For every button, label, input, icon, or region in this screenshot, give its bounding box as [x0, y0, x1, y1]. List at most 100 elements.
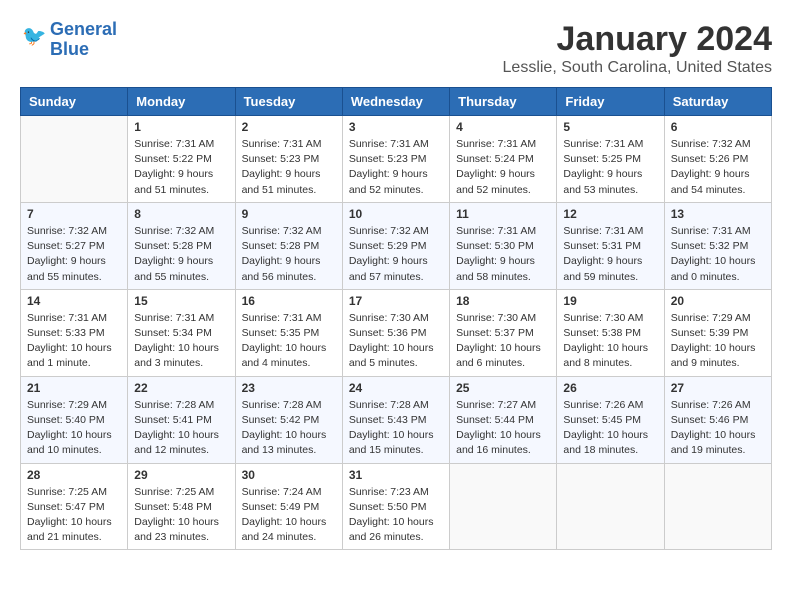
day-info: Sunrise: 7:30 AMSunset: 5:38 PMDaylight:…	[563, 311, 657, 372]
calendar-cell: 17Sunrise: 7:30 AMSunset: 5:36 PMDayligh…	[342, 289, 449, 376]
day-info: Sunrise: 7:31 AMSunset: 5:30 PMDaylight:…	[456, 224, 550, 285]
day-header-saturday: Saturday	[664, 88, 771, 116]
day-number: 18	[456, 294, 550, 308]
day-number: 2	[242, 120, 336, 134]
day-info: Sunrise: 7:31 AMSunset: 5:23 PMDaylight:…	[242, 137, 336, 198]
day-header-wednesday: Wednesday	[342, 88, 449, 116]
day-number: 27	[671, 381, 765, 395]
calendar-cell	[664, 463, 771, 550]
calendar-table: SundayMondayTuesdayWednesdayThursdayFrid…	[20, 87, 772, 550]
day-number: 4	[456, 120, 550, 134]
day-info: Sunrise: 7:31 AMSunset: 5:23 PMDaylight:…	[349, 137, 443, 198]
calendar-cell: 5Sunrise: 7:31 AMSunset: 5:25 PMDaylight…	[557, 116, 664, 203]
calendar-cell: 4 Sunrise: 7:31 AMSunset: 5:24 PMDaylight…	[450, 116, 557, 203]
calendar-cell: 6 Sunrise: 7:32 AMSunset: 5:26 PMDaylight…	[664, 116, 771, 203]
day-number: 3	[349, 120, 443, 134]
page-header: 🐦 General Blue January 2024 Lesslie, Sou…	[20, 20, 772, 77]
calendar-cell: 7 Sunrise: 7:32 AMSunset: 5:27 PMDaylight…	[21, 202, 128, 289]
day-info: Sunrise: 7:31 AMSunset: 5:33 PMDaylight:…	[27, 311, 121, 372]
day-info: Sunrise: 7:26 AMSunset: 5:45 PMDaylight:…	[563, 398, 657, 459]
day-header-thursday: Thursday	[450, 88, 557, 116]
calendar-cell: 12Sunrise: 7:31 AMSunset: 5:31 PMDayligh…	[557, 202, 664, 289]
day-info: Sunrise: 7:31 AMSunset: 5:32 PMDaylight:…	[671, 224, 765, 285]
calendar-cell: 22Sunrise: 7:28 AMSunset: 5:41 PMDayligh…	[128, 376, 235, 463]
day-number: 26	[563, 381, 657, 395]
day-number: 13	[671, 207, 765, 221]
day-number: 10	[349, 207, 443, 221]
calendar-cell: 13 Sunrise: 7:31 AMSunset: 5:32 PMDayligh…	[664, 202, 771, 289]
day-number: 11	[456, 207, 550, 221]
day-info: Sunrise: 7:23 AMSunset: 5:50 PMDaylight:…	[349, 485, 443, 546]
day-number: 1	[134, 120, 228, 134]
day-info: Sunrise: 7:30 AMSunset: 5:36 PMDaylight:…	[349, 311, 443, 372]
day-info: Sunrise: 7:32 AMSunset: 5:28 PMDaylight:…	[134, 224, 228, 285]
day-number: 25	[456, 381, 550, 395]
day-info: Sunrise: 7:25 AMSunset: 5:47 PMDaylight:…	[27, 485, 121, 546]
day-number: 6	[671, 120, 765, 134]
calendar-cell: 15 Sunrise: 7:31 AMSunset: 5:34 PMDayligh…	[128, 289, 235, 376]
day-info: Sunrise: 7:28 AMSunset: 5:43 PMDaylight:…	[349, 398, 443, 459]
calendar-cell: 29Sunrise: 7:25 AMSunset: 5:48 PMDayligh…	[128, 463, 235, 550]
calendar-cell	[21, 116, 128, 203]
day-info: Sunrise: 7:32 AMSunset: 5:28 PMDaylight:…	[242, 224, 336, 285]
day-info: Sunrise: 7:31 AMSunset: 5:25 PMDaylight:…	[563, 137, 657, 198]
calendar-cell: 21 Sunrise: 7:29 AMSunset: 5:40 PMDayligh…	[21, 376, 128, 463]
calendar-cell: 14 Sunrise: 7:31 AMSunset: 5:33 PMDayligh…	[21, 289, 128, 376]
calendar-cell: 28 Sunrise: 7:25 AMSunset: 5:47 PMDayligh…	[21, 463, 128, 550]
day-info: Sunrise: 7:26 AMSunset: 5:46 PMDaylight:…	[671, 398, 765, 459]
calendar-cell: 31 Sunrise: 7:23 AMSunset: 5:50 PMDayligh…	[342, 463, 449, 550]
day-header-monday: Monday	[128, 88, 235, 116]
day-info: Sunrise: 7:30 AMSunset: 5:37 PMDaylight:…	[456, 311, 550, 372]
day-number: 9	[242, 207, 336, 221]
day-number: 14	[27, 294, 121, 308]
calendar-cell: 23 Sunrise: 7:28 AMSunset: 5:42 PMDayligh…	[235, 376, 342, 463]
day-number: 20	[671, 294, 765, 308]
day-number: 29	[134, 468, 228, 482]
day-info: Sunrise: 7:31 AMSunset: 5:31 PMDaylight:…	[563, 224, 657, 285]
calendar-cell: 24 Sunrise: 7:28 AMSunset: 5:43 PMDayligh…	[342, 376, 449, 463]
calendar-cell: 30Sunrise: 7:24 AMSunset: 5:49 PMDayligh…	[235, 463, 342, 550]
day-number: 23	[242, 381, 336, 395]
calendar-cell: 16 Sunrise: 7:31 AMSunset: 5:35 PMDayligh…	[235, 289, 342, 376]
day-info: Sunrise: 7:31 AMSunset: 5:24 PMDaylight:…	[456, 137, 550, 198]
day-number: 15	[134, 294, 228, 308]
day-info: Sunrise: 7:32 AMSunset: 5:29 PMDaylight:…	[349, 224, 443, 285]
calendar-cell: 10 Sunrise: 7:32 AMSunset: 5:29 PMDayligh…	[342, 202, 449, 289]
calendar-cell: 26 Sunrise: 7:26 AMSunset: 5:45 PMDayligh…	[557, 376, 664, 463]
day-info: Sunrise: 7:31 AMSunset: 5:35 PMDaylight:…	[242, 311, 336, 372]
day-info: Sunrise: 7:32 AMSunset: 5:26 PMDaylight:…	[671, 137, 765, 198]
calendar-cell: 8 Sunrise: 7:32 AMSunset: 5:28 PMDaylight…	[128, 202, 235, 289]
day-number: 31	[349, 468, 443, 482]
day-header-friday: Friday	[557, 88, 664, 116]
day-number: 28	[27, 468, 121, 482]
title-block: January 2024 Lesslie, South Carolina, Un…	[503, 20, 772, 77]
day-number: 24	[349, 381, 443, 395]
day-info: Sunrise: 7:32 AMSunset: 5:27 PMDaylight:…	[27, 224, 121, 285]
calendar-cell: 25 Sunrise: 7:27 AMSunset: 5:44 PMDayligh…	[450, 376, 557, 463]
day-info: Sunrise: 7:27 AMSunset: 5:44 PMDaylight:…	[456, 398, 550, 459]
day-info: Sunrise: 7:24 AMSunset: 5:49 PMDaylight:…	[242, 485, 336, 546]
day-number: 19	[563, 294, 657, 308]
calendar-cell: 20 Sunrise: 7:29 AMSunset: 5:39 PMDayligh…	[664, 289, 771, 376]
calendar-cell: 9 Sunrise: 7:32 AMSunset: 5:28 PMDaylight…	[235, 202, 342, 289]
calendar-cell: 1 Sunrise: 7:31 AMSunset: 5:22 PMDaylight…	[128, 116, 235, 203]
svg-text:🐦: 🐦	[22, 26, 46, 48]
day-number: 21	[27, 381, 121, 395]
day-number: 22	[134, 381, 228, 395]
calendar-cell: 11 Sunrise: 7:31 AMSunset: 5:30 PMDayligh…	[450, 202, 557, 289]
calendar-cell: 18 Sunrise: 7:30 AMSunset: 5:37 PMDayligh…	[450, 289, 557, 376]
day-number: 8	[134, 207, 228, 221]
day-info: Sunrise: 7:31 AMSunset: 5:34 PMDaylight:…	[134, 311, 228, 372]
main-title: January 2024	[503, 20, 772, 59]
subtitle: Lesslie, South Carolina, United States	[503, 59, 772, 77]
day-info: Sunrise: 7:29 AMSunset: 5:39 PMDaylight:…	[671, 311, 765, 372]
logo-text: General Blue	[50, 20, 117, 60]
day-info: Sunrise: 7:28 AMSunset: 5:42 PMDaylight:…	[242, 398, 336, 459]
day-number: 16	[242, 294, 336, 308]
logo: 🐦 General Blue	[20, 20, 117, 60]
day-number: 7	[27, 207, 121, 221]
day-info: Sunrise: 7:31 AMSunset: 5:22 PMDaylight:…	[134, 137, 228, 198]
day-info: Sunrise: 7:29 AMSunset: 5:40 PMDaylight:…	[27, 398, 121, 459]
calendar-cell: 3 Sunrise: 7:31 AMSunset: 5:23 PMDaylight…	[342, 116, 449, 203]
calendar-cell	[557, 463, 664, 550]
